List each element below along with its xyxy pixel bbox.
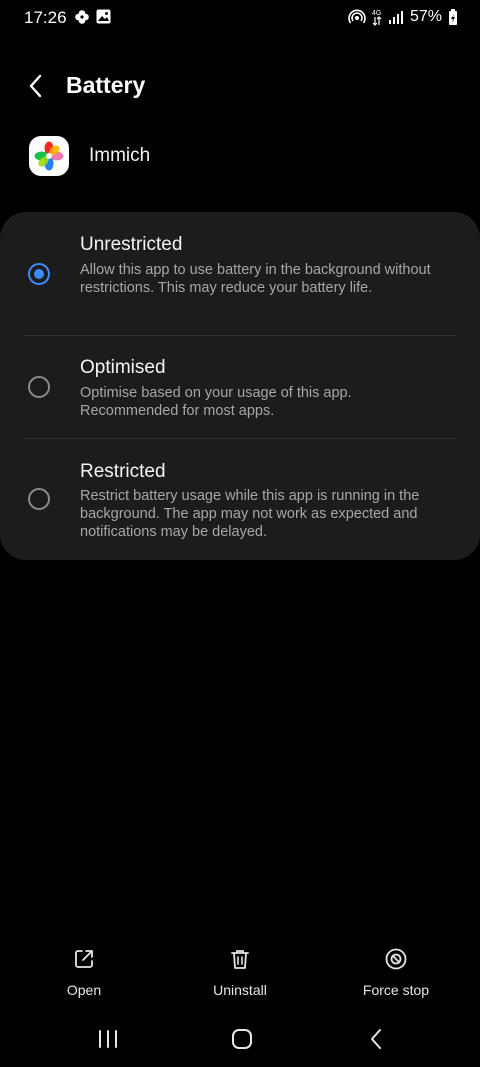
app-row: Immich	[0, 136, 480, 178]
radio-unrestricted[interactable]	[28, 263, 50, 285]
image-icon	[96, 9, 111, 25]
force-stop-label: Force stop	[362, 982, 430, 998]
open-external-icon	[72, 947, 96, 976]
pinwheel-icon	[74, 9, 90, 25]
option-description: Optimise based on your usage of this app…	[80, 385, 352, 419]
chevron-left-icon	[369, 1028, 383, 1055]
uninstall-button[interactable]: Uninstall	[180, 944, 300, 998]
option-title: Optimised	[80, 357, 166, 378]
open-button[interactable]: Open	[24, 944, 144, 998]
app-name: Immich	[89, 145, 151, 166]
option-restricted[interactable]: Restricted Restrict battery usage while …	[0, 439, 480, 560]
status-bar: 17:26 4G 57%	[0, 0, 480, 36]
data-icon: 4G	[372, 8, 382, 26]
battery-percent: 57%	[409, 8, 442, 25]
header: Battery	[0, 66, 480, 110]
immich-app-icon	[29, 136, 69, 176]
uninstall-label: Uninstall	[213, 982, 267, 998]
option-description: Allow this app to use battery in the bac…	[80, 262, 431, 296]
radio-optimised[interactable]	[28, 376, 50, 398]
option-title: Restricted	[80, 461, 166, 482]
option-title: Unrestricted	[80, 234, 183, 255]
trash-icon	[228, 947, 252, 976]
signal-icon	[388, 10, 404, 24]
recent-apps-icon	[97, 1029, 119, 1054]
svg-text:4G: 4G	[372, 10, 381, 17]
battery-options-card: Unrestricted Allow this app to use batte…	[0, 212, 480, 560]
option-unrestricted[interactable]: Unrestricted Allow this app to use batte…	[0, 212, 480, 334]
bottom-actions: Open Uninstall Force stop	[0, 944, 480, 1004]
open-label: Open	[66, 982, 102, 998]
option-description: Restrict battery usage while this app is…	[80, 488, 420, 540]
back-button[interactable]	[20, 72, 52, 104]
chevron-left-icon	[28, 74, 44, 103]
home-icon	[231, 1028, 253, 1055]
radio-restricted[interactable]	[28, 488, 50, 510]
force-stop-button[interactable]: Force stop	[336, 944, 456, 998]
hotspot-icon	[348, 9, 366, 25]
battery-icon	[448, 9, 458, 25]
option-optimised[interactable]: Optimised Optimise based on your usage o…	[0, 336, 480, 438]
recent-apps-button[interactable]	[88, 1028, 128, 1054]
navigation-bar	[0, 1022, 480, 1060]
page-title: Battery	[66, 72, 146, 98]
status-right: 4G 57%	[348, 8, 458, 26]
status-time: 17:26	[24, 8, 67, 27]
stop-circle-icon	[384, 947, 408, 976]
status-notification-icons	[74, 9, 111, 25]
back-nav-button[interactable]	[356, 1028, 396, 1054]
home-button[interactable]	[222, 1028, 262, 1054]
